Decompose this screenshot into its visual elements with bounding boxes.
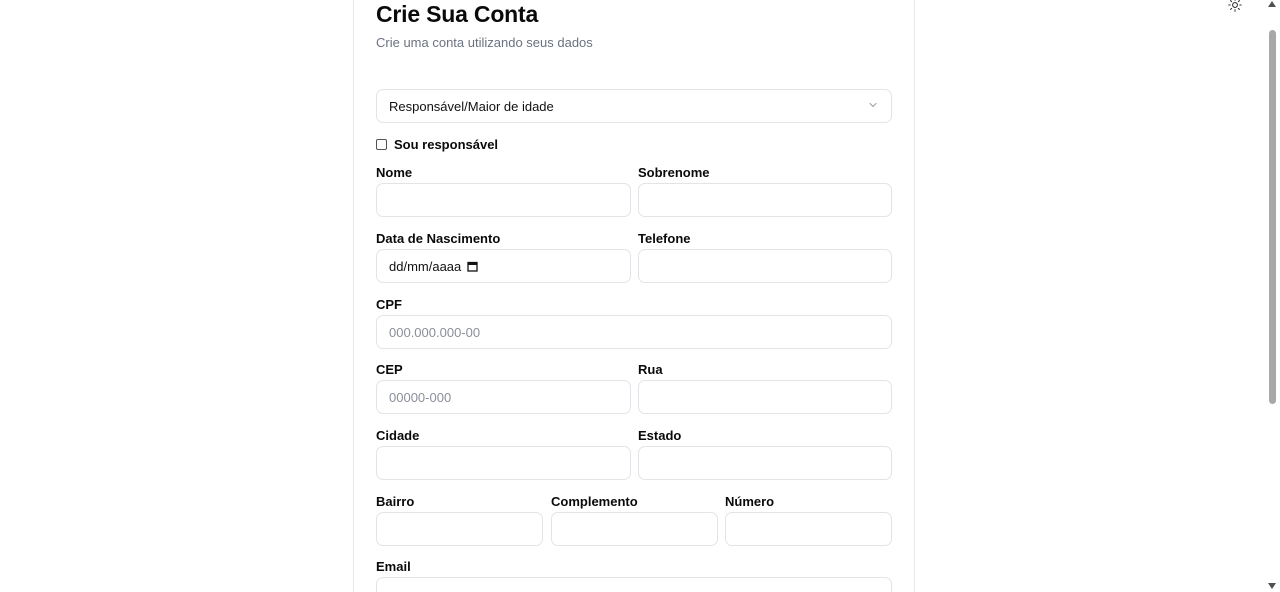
telefone-input[interactable] [638,249,892,283]
date-format-placeholder: dd/mm/aaaa [389,258,462,274]
sobrenome-input[interactable] [638,183,892,217]
scroll-down-arrow-icon[interactable] [1268,583,1276,589]
scroll-up-arrow-icon[interactable] [1268,1,1276,7]
sobrenome-label: Sobrenome [638,165,710,180]
bairro-input[interactable] [376,512,543,546]
telefone-label: Telefone [638,231,691,246]
scrollbar-thumb[interactable] [1269,30,1276,404]
rua-input[interactable] [638,380,892,414]
page-title: Crie Sua Conta [376,1,539,27]
email-label: Email [376,559,411,574]
nome-label: Nome [376,165,413,180]
numero-input[interactable] [725,512,892,546]
data-nascimento-input[interactable]: dd/mm/aaaa [376,249,631,283]
cidade-label: Cidade [376,428,420,443]
rua-label: Rua [638,362,663,377]
page-scrollbar[interactable] [1265,0,1280,592]
responsible-checkbox-row: Sou responsável [376,137,498,152]
cep-placeholder: 00000-000 [389,389,452,405]
page: Crie Sua Conta Crie uma conta utilizando… [0,0,1280,592]
calendar-icon[interactable] [467,261,478,272]
email-input[interactable] [376,577,892,592]
complemento-label: Complemento [551,494,638,509]
nome-input[interactable] [376,183,631,217]
account-type-select[interactable]: Responsável/Maior de idade [376,89,892,123]
chevron-down-icon [869,102,877,108]
responsible-checkbox-label: Sou responsável [394,137,499,152]
account-type-selected-value: Responsável/Maior de idade [389,98,554,114]
cpf-input[interactable]: 000.000.000-00 [376,315,892,349]
cep-input[interactable]: 00000-000 [376,380,631,414]
estado-label: Estado [638,428,682,443]
page-subtitle: Crie uma conta utilizando seus dados [376,35,593,50]
sun-icon[interactable] [1228,0,1242,12]
estado-input[interactable] [638,446,892,480]
cep-label: CEP [376,362,403,377]
responsible-checkbox[interactable] [376,139,387,150]
numero-label: Número [725,494,775,509]
cpf-placeholder: 000.000.000-00 [389,324,481,340]
cpf-label: CPF [376,297,402,312]
bairro-label: Bairro [376,494,415,509]
complemento-input[interactable] [551,512,718,546]
cidade-input[interactable] [376,446,631,480]
data-nascimento-label: Data de Nascimento [376,231,501,246]
